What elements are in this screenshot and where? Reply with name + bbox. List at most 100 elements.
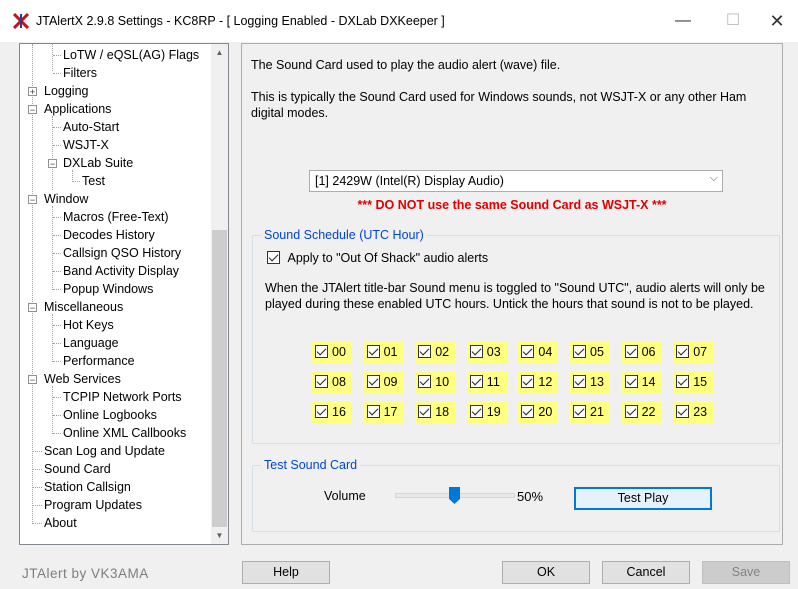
hour-01-toggle[interactable]: 01	[363, 341, 404, 363]
hour-22-toggle[interactable]: 22	[621, 401, 662, 423]
tree-item-filters[interactable]: Filters	[53, 64, 98, 82]
scroll-down-icon[interactable]: ▼	[211, 527, 228, 544]
hour-04-toggle[interactable]: 04	[518, 341, 559, 363]
tree-line	[52, 386, 53, 434]
tree-item-language[interactable]: Language	[53, 334, 120, 352]
hour-12-toggle[interactable]: 12	[518, 371, 559, 393]
tree-item-lotw-eqsl-flags[interactable]: LoTW / eQSL(AG) Flags	[53, 46, 200, 64]
tree-item-wsjt-x[interactable]: WSJT-X	[53, 136, 110, 154]
hour-checkbox[interactable]	[624, 345, 638, 359]
collapse-window-icon[interactable]: −	[28, 195, 37, 205]
hour-17-toggle[interactable]: 17	[363, 401, 404, 423]
hour-checkbox[interactable]	[315, 375, 328, 389]
hour-05-toggle[interactable]: 05	[570, 341, 610, 363]
hour-checkbox[interactable]	[573, 375, 586, 389]
tree-item-popup-windows[interactable]: Popup Windows	[53, 280, 154, 298]
hour-checkbox[interactable]	[624, 375, 638, 389]
hour-checkbox[interactable]	[521, 405, 535, 419]
tree-item-sound-card[interactable]: Sound Card	[33, 460, 112, 478]
hour-08-toggle[interactable]: 08	[312, 371, 352, 393]
collapse-applications-icon[interactable]: −	[28, 105, 37, 115]
sound-device-select[interactable]: [1] 2429W (Intel(R) Display Audio) ⌵	[309, 170, 723, 192]
ok-button[interactable]: OK	[502, 561, 590, 584]
hour-checkbox[interactable]	[521, 345, 535, 359]
hour-checkbox[interactable]	[573, 405, 586, 419]
hour-checkbox[interactable]	[676, 405, 690, 419]
hour-13-toggle[interactable]: 13	[570, 371, 610, 393]
tree-item-auto-start[interactable]: Auto-Start	[53, 118, 120, 136]
hour-checkbox[interactable]	[366, 375, 380, 389]
hour-19-toggle[interactable]: 19	[466, 401, 507, 423]
hour-checkbox[interactable]	[315, 345, 328, 359]
hour-checkbox[interactable]	[418, 375, 432, 389]
hour-checkbox[interactable]	[521, 375, 535, 389]
collapse-miscellaneous-icon[interactable]: −	[28, 303, 37, 313]
hour-checkbox[interactable]	[418, 405, 432, 419]
hour-checkbox[interactable]	[624, 405, 638, 419]
tree-item-performance[interactable]: Performance	[53, 352, 136, 370]
tree-item-dxlab-suite[interactable]: DXLab Suite	[62, 154, 134, 172]
settings-tree[interactable]: LoTW / eQSL(AG) Flags Filters + Logging …	[19, 43, 229, 545]
hour-16-toggle[interactable]: 16	[312, 401, 352, 423]
tree-item-logging[interactable]: Logging	[43, 82, 90, 100]
apply-out-of-shack-row[interactable]: Apply to "Out Of Shack" audio alerts	[267, 250, 488, 265]
hour-07-toggle[interactable]: 07	[673, 341, 714, 363]
tree-item-tcpip-ports[interactable]: TCPIP Network Ports	[53, 388, 183, 406]
hour-checkbox[interactable]	[469, 375, 483, 389]
tree-item-online-xml-callbooks[interactable]: Online XML Callbooks	[53, 424, 187, 442]
test-play-button[interactable]: Test Play	[574, 487, 712, 510]
tree-item-online-logbooks[interactable]: Online Logbooks	[53, 406, 158, 424]
hour-02-toggle[interactable]: 02	[415, 341, 456, 363]
save-button[interactable]: Save	[702, 561, 790, 584]
hour-checkbox[interactable]	[573, 345, 586, 359]
hour-11-toggle[interactable]: 11	[466, 371, 507, 393]
hour-20-toggle[interactable]: 20	[518, 401, 559, 423]
scroll-thumb[interactable]	[212, 230, 227, 527]
minimize-button[interactable]: —	[660, 8, 706, 34]
expand-logging-icon[interactable]: +	[28, 87, 37, 97]
tree-item-window[interactable]: Window	[43, 190, 89, 208]
apply-out-of-shack-checkbox[interactable]	[267, 251, 280, 265]
hour-09-toggle[interactable]: 09	[363, 371, 404, 393]
volume-slider-thumb[interactable]	[449, 487, 460, 504]
tree-item-program-updates[interactable]: Program Updates	[33, 496, 143, 514]
tree-item-miscellaneous[interactable]: Miscellaneous	[43, 298, 124, 316]
tree-item-macros[interactable]: Macros (Free-Text)	[53, 208, 170, 226]
collapse-web-services-icon[interactable]: −	[28, 375, 37, 385]
tree-scrollbar[interactable]: ▲ ▼	[211, 44, 228, 544]
help-button[interactable]: Help	[242, 561, 330, 584]
close-button[interactable]: ✕	[754, 8, 798, 34]
hour-checkbox[interactable]	[366, 345, 380, 359]
hour-23-toggle[interactable]: 23	[673, 401, 714, 423]
hour-06-toggle[interactable]: 06	[621, 341, 662, 363]
tree-item-band-activity[interactable]: Band Activity Display	[53, 262, 180, 280]
tree-item-hot-keys[interactable]: Hot Keys	[53, 316, 115, 334]
tree-item-station-callsign[interactable]: Station Callsign	[33, 478, 132, 496]
hour-00-toggle[interactable]: 00	[312, 341, 352, 363]
tree-item-decodes-history[interactable]: Decodes History	[53, 226, 156, 244]
hour-15-toggle[interactable]: 15	[673, 371, 714, 393]
hour-checkbox[interactable]	[418, 345, 432, 359]
tree-item-applications[interactable]: Applications	[43, 100, 112, 118]
cancel-button[interactable]: Cancel	[602, 561, 690, 584]
tree-item-callsign-qso-history[interactable]: Callsign QSO History	[53, 244, 182, 262]
hour-21-toggle[interactable]: 21	[570, 401, 610, 423]
scroll-up-icon[interactable]: ▲	[211, 44, 228, 61]
tree-item-test[interactable]: Test	[72, 172, 106, 190]
hour-03-toggle[interactable]: 03	[466, 341, 507, 363]
hour-18-toggle[interactable]: 18	[415, 401, 456, 423]
hour-checkbox[interactable]	[315, 405, 328, 419]
tree-item-scan-log[interactable]: Scan Log and Update	[33, 442, 166, 460]
tree-item-web-services[interactable]: Web Services	[43, 370, 122, 388]
hour-checkbox[interactable]	[469, 405, 483, 419]
tree-item-about[interactable]: About	[33, 514, 78, 532]
hour-checkbox[interactable]	[676, 345, 690, 359]
collapse-dxlab-icon[interactable]: −	[48, 159, 57, 169]
hour-label: 11	[486, 375, 500, 389]
maximize-button[interactable]: ☐	[710, 8, 756, 34]
hour-10-toggle[interactable]: 10	[415, 371, 456, 393]
hour-checkbox[interactable]	[469, 345, 483, 359]
hour-14-toggle[interactable]: 14	[621, 371, 662, 393]
hour-checkbox[interactable]	[676, 375, 690, 389]
hour-checkbox[interactable]	[366, 405, 380, 419]
